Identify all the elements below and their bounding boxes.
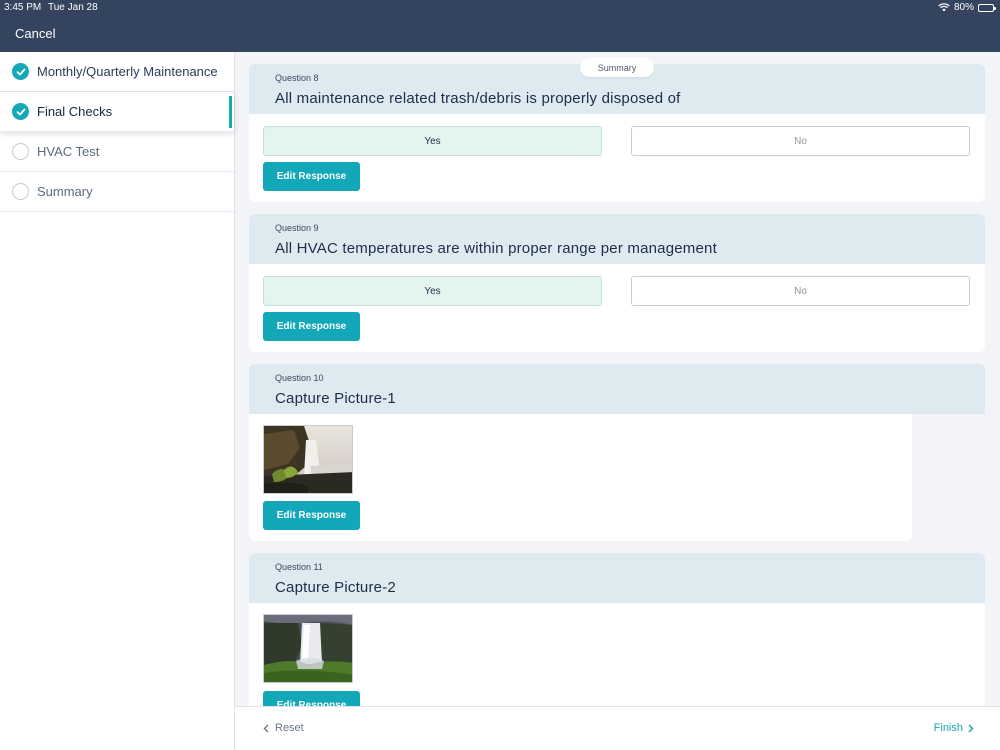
question-title: All HVAC temperatures are within proper … <box>275 240 717 257</box>
battery-icon <box>978 3 996 12</box>
check-circle-icon <box>12 103 29 120</box>
wifi-icon <box>938 3 950 12</box>
yes-option[interactable]: Yes <box>263 126 602 156</box>
question-card: Question 10 Capture Picture-1 Edit Respo… <box>249 364 985 541</box>
summary-pill[interactable]: Summary <box>580 58 654 77</box>
question-number: Question 8 <box>275 73 319 83</box>
battery-percent: 80% <box>953 2 974 13</box>
no-option[interactable]: No <box>631 126 970 156</box>
empty-circle-icon <box>12 183 29 200</box>
no-option[interactable]: No <box>631 276 970 306</box>
edit-response-button[interactable]: Edit Response <box>263 501 360 530</box>
footer-bar: Reset Finish <box>235 706 1000 750</box>
question-number: Question 11 <box>275 562 323 572</box>
status-time: 3:45 PM <box>4 2 42 13</box>
edit-response-button[interactable]: Edit Response <box>263 691 360 706</box>
edit-response-button[interactable]: Edit Response <box>263 312 360 341</box>
question-card: Question 11 Capture Picture-2 Edit Respo… <box>249 553 985 706</box>
finish-label: Finish <box>933 722 963 734</box>
question-card: Question 8 All maintenance related trash… <box>249 64 985 202</box>
sidebar-item-monthly-quarterly-maintenance[interactable]: Monthly/Quarterly Maintenance <box>0 52 234 92</box>
question-title: Capture Picture-1 <box>275 390 396 407</box>
yes-option[interactable]: Yes <box>263 276 602 306</box>
section-sidebar: Monthly/Quarterly Maintenance Final Chec… <box>0 52 235 750</box>
top-bar: 3:45 PM Tue Jan 28 80% Cancel <box>0 0 1000 52</box>
question-title: All maintenance related trash/debris is … <box>275 90 681 107</box>
waterfall-coast-photo[interactable] <box>263 425 353 494</box>
sidebar-item-label: Monthly/Quarterly Maintenance <box>37 64 218 79</box>
questions-panel[interactable]: Question 8 All maintenance related trash… <box>235 52 1000 706</box>
finish-button[interactable]: Finish <box>934 722 974 734</box>
question-number: Question 9 <box>275 223 319 233</box>
question-header: Question 11 Capture Picture-2 <box>249 553 985 603</box>
status-right: 80% <box>938 2 996 13</box>
question-header: Question 10 Capture Picture-1 <box>249 364 985 414</box>
question-title: Capture Picture-2 <box>275 579 396 596</box>
reset-button[interactable]: Reset <box>263 722 304 734</box>
sidebar-item-label: HVAC Test <box>37 144 100 159</box>
question-body: Edit Response <box>249 414 912 541</box>
edit-response-button[interactable]: Edit Response <box>263 162 360 191</box>
status-bar: 3:45 PM Tue Jan 28 80% <box>0 0 1000 16</box>
photo-thumbnail <box>264 426 352 493</box>
waterfall-cliff-photo[interactable] <box>263 614 353 683</box>
chevron-right-icon <box>968 724 974 732</box>
question-card: Question 9 All HVAC temperatures are wit… <box>249 214 985 352</box>
cancel-button[interactable]: Cancel <box>15 26 55 41</box>
sidebar-item-label: Summary <box>37 184 93 199</box>
reset-label: Reset <box>275 722 304 734</box>
question-number: Question 10 <box>275 373 324 383</box>
status-date: Tue Jan 28 <box>48 2 98 13</box>
sidebar-item-label: Final Checks <box>37 104 113 119</box>
sidebar-item-final-checks[interactable]: Final Checks <box>0 92 234 132</box>
sidebar-item-summary[interactable]: Summary <box>0 172 234 212</box>
chevron-left-icon <box>263 724 269 732</box>
photo-thumbnail <box>264 615 352 682</box>
empty-circle-icon <box>12 143 29 160</box>
sidebar-item-hvac-test[interactable]: HVAC Test <box>0 132 234 172</box>
question-header: Question 9 All HVAC temperatures are wit… <box>249 214 985 264</box>
check-circle-icon <box>12 63 29 80</box>
